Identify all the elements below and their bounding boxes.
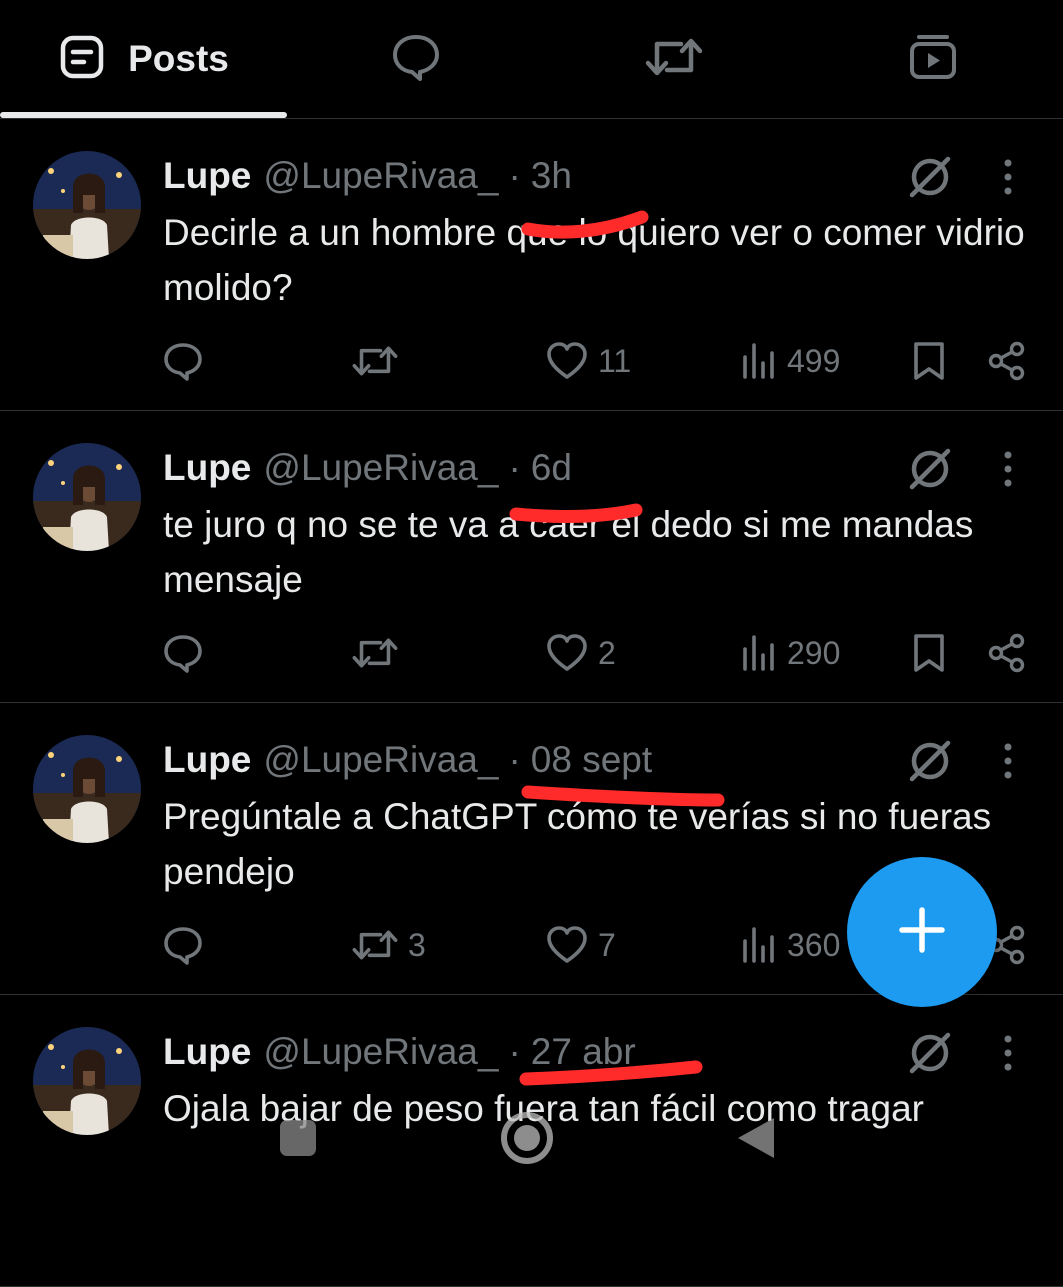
system-navigation-bar [0,1090,1063,1190]
repost-button[interactable] [352,625,408,681]
bookmark-icon [910,340,948,382]
post-actions: 11 499 [0,333,1063,389]
repost-button[interactable]: 3 [352,917,426,973]
post-header: Lupe @LupeRivaa_ · 3h [163,151,572,201]
author-handle[interactable]: @LupeRivaa_ [263,739,498,781]
heart-icon [546,925,588,965]
repost-icon [352,926,398,964]
views-count: 360 [787,926,841,963]
author-name[interactable]: Lupe [163,739,251,781]
separator-dot: · [508,155,521,196]
views-icon [741,341,777,381]
views-button[interactable]: 290 [741,625,840,681]
separator-dot: · [508,739,521,780]
views-icon [741,633,777,673]
author-name[interactable]: Lupe [163,155,251,197]
like-count: 2 [598,634,616,671]
reply-button[interactable] [162,917,214,973]
home-button[interactable] [487,1100,567,1180]
more-options-icon[interactable] [990,1029,1026,1077]
separator-dot: · [508,1031,521,1072]
views-icon [741,925,777,965]
bookmark-button[interactable] [910,625,948,681]
share-button[interactable] [986,333,1028,389]
repost-icon [645,34,703,85]
like-button[interactable]: 11 [546,333,631,389]
back-button[interactable] [716,1100,796,1180]
active-tab-indicator [0,112,287,118]
author-handle[interactable]: @LupeRivaa_ [263,447,498,489]
avatar[interactable] [33,735,141,843]
repost-icon [352,634,398,672]
post-header: Lupe @LupeRivaa_ · 6d [163,443,572,493]
reply-button[interactable] [162,333,214,389]
share-icon [986,340,1028,382]
like-button[interactable]: 2 [546,625,616,681]
grok-icon[interactable] [906,153,954,201]
share-button[interactable] [986,625,1028,681]
like-button[interactable]: 7 [546,917,616,973]
views-button[interactable]: 360 [741,917,840,973]
author-name[interactable]: Lupe [163,1031,251,1073]
bookmark-icon [910,632,948,674]
tab-replies[interactable] [287,0,545,118]
grok-icon[interactable] [906,445,954,493]
recents-button[interactable] [258,1100,338,1180]
heart-icon [546,633,588,673]
more-options-icon[interactable] [990,445,1026,493]
speech-bubble-icon [390,31,442,88]
avatar[interactable] [33,151,141,259]
bookmark-button[interactable] [910,333,948,389]
plus-icon [898,906,946,959]
like-count: 11 [598,342,632,379]
back-icon [734,1114,778,1167]
post-timestamp[interactable]: 08 sept [531,739,652,781]
tab-posts[interactable]: Posts [0,0,287,118]
profile-tabs: Posts [0,0,1063,119]
post-text: te juro q no se te va a caer el dedo si … [163,504,974,600]
post-actions: 2 290 [0,625,1063,681]
repost-icon [352,342,398,380]
author-handle[interactable]: @LupeRivaa_ [263,155,498,197]
repost-button[interactable] [352,333,408,389]
post-header: Lupe @LupeRivaa_ · 27 abr [163,1027,636,1077]
post-card[interactable]: Lupe @LupeRivaa_ · 6d te juro q no se te… [0,411,1063,703]
views-count: 499 [787,342,841,379]
repost-count: 3 [408,926,426,963]
compose-button[interactable] [847,857,997,1007]
tab-media[interactable] [803,0,1063,118]
more-options-icon[interactable] [990,153,1026,201]
grok-icon[interactable] [906,737,954,785]
post-text: Decirle a un hombre que lo quiero ver o … [163,212,1025,308]
recents-icon [278,1118,318,1163]
reply-button[interactable] [162,625,214,681]
home-icon [498,1109,556,1172]
reply-icon [162,924,204,966]
reply-icon [162,632,204,674]
grok-icon[interactable] [906,1029,954,1077]
views-button[interactable]: 499 [741,333,840,389]
separator-dot: · [508,447,521,488]
posts-icon [58,33,106,86]
video-icon [907,31,959,88]
post-timestamp[interactable]: 27 abr [531,1031,636,1073]
post-card[interactable]: Lupe @LupeRivaa_ · 3h Decirle a un hombr… [0,119,1063,411]
reply-icon [162,340,204,382]
more-options-icon[interactable] [990,737,1026,785]
tab-posts-label: Posts [128,38,229,79]
author-handle[interactable]: @LupeRivaa_ [263,1031,498,1073]
post-header: Lupe @LupeRivaa_ · 08 sept [163,735,652,785]
like-count: 7 [598,926,616,963]
post-timestamp[interactable]: 6d [531,447,572,489]
share-icon [986,632,1028,674]
tab-reposts[interactable] [545,0,803,118]
author-name[interactable]: Lupe [163,447,251,489]
avatar[interactable] [33,443,141,551]
post-timestamp[interactable]: 3h [531,155,572,197]
heart-icon [546,341,588,381]
views-count: 290 [787,634,841,671]
